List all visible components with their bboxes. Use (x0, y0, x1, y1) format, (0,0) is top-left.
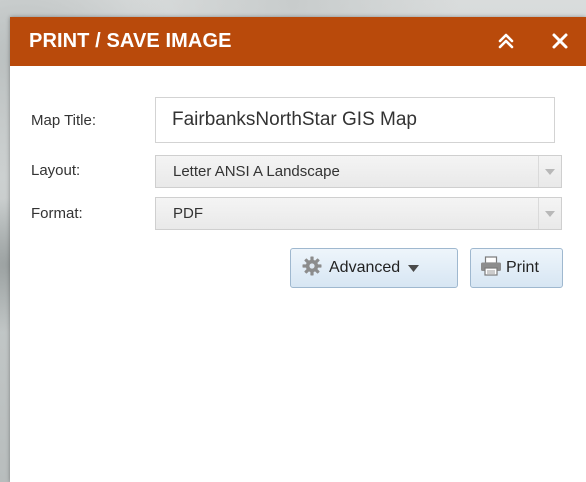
chevron-down-icon (545, 210, 555, 217)
map-title-label: Map Title: (31, 112, 97, 129)
print-button-label: Print (506, 259, 539, 276)
printer-icon (480, 255, 502, 281)
map-title-input[interactable] (155, 97, 555, 143)
panel-title: PRINT / SAVE IMAGE (29, 30, 232, 52)
advanced-button[interactable]: Advanced (290, 248, 458, 288)
advanced-button-label: Advanced (329, 259, 401, 276)
layout-select[interactable]: Letter ANSI A Landscape (155, 155, 562, 188)
layout-label: Layout: (31, 162, 81, 179)
format-select[interactable]: PDF (155, 197, 562, 230)
layout-select-arrow[interactable] (538, 156, 561, 187)
double-chevron-up-icon[interactable] (495, 30, 517, 52)
gear-icon (301, 255, 323, 282)
print-panel: PRINT / SAVE IMAGE Map Title: Layout: Le… (10, 17, 586, 482)
close-icon[interactable] (550, 31, 570, 51)
layout-select-value: Letter ANSI A Landscape (173, 163, 340, 180)
format-label: Format: (31, 205, 83, 222)
panel-header: PRINT / SAVE IMAGE (10, 17, 586, 66)
format-select-arrow[interactable] (538, 198, 561, 229)
caret-down-icon (408, 259, 420, 277)
print-button[interactable]: Print (470, 248, 563, 288)
format-select-value: PDF (173, 205, 203, 222)
chevron-down-icon (545, 168, 555, 175)
